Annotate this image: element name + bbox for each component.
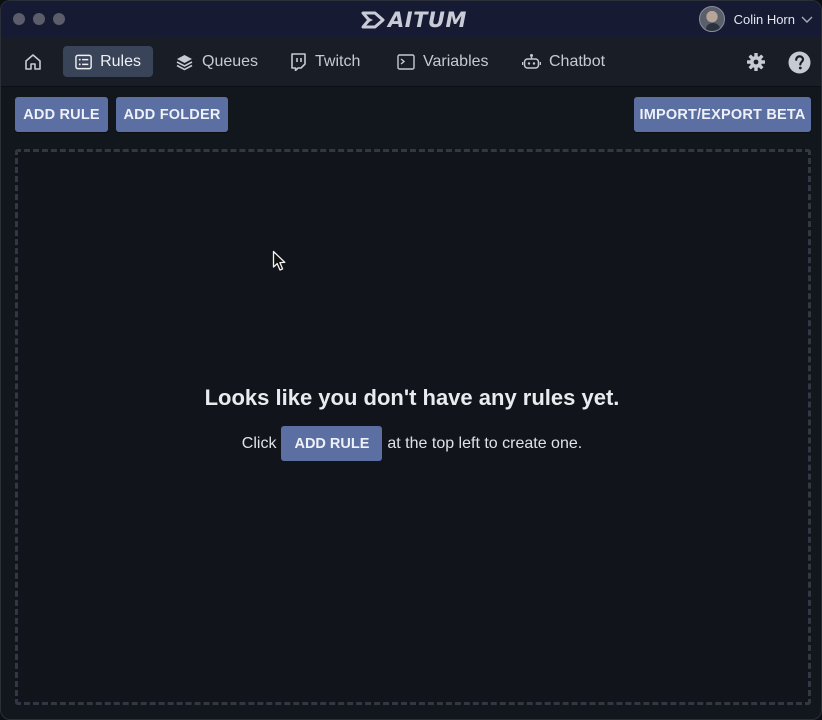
user-menu[interactable]: Colin Horn xyxy=(698,6,813,32)
robot-icon xyxy=(522,54,541,69)
tab-variables[interactable]: Variables xyxy=(385,46,501,77)
twitch-icon xyxy=(291,52,306,71)
layers-icon xyxy=(176,54,193,70)
empty-state-suffix: at the top left to create one. xyxy=(387,434,583,452)
user-name: Colin Horn xyxy=(733,11,795,27)
empty-state-title: Looks like you don't have any rules yet. xyxy=(204,385,620,410)
app-logo-text: AITUM xyxy=(388,8,467,32)
import-export-button[interactable]: IMPORT/EXPORT BETA xyxy=(634,97,811,132)
window-maximize-button[interactable] xyxy=(53,13,65,25)
title-bar: AITUM Colin Horn xyxy=(1,1,821,37)
tab-twitch-label: Twitch xyxy=(315,52,361,70)
empty-state-hint: Click ADD RULE at the top left to create… xyxy=(1,426,821,461)
gear-icon xyxy=(747,53,765,71)
tab-chatbot-label: Chatbot xyxy=(549,52,606,70)
app-logo: AITUM xyxy=(361,7,467,33)
empty-state-add-rule-button[interactable]: ADD RULE xyxy=(281,426,383,461)
settings-button[interactable] xyxy=(744,50,768,74)
help-button[interactable] xyxy=(787,50,811,74)
aitum-logo-icon xyxy=(361,11,385,29)
list-icon xyxy=(75,54,92,69)
window-close-button[interactable] xyxy=(13,13,25,25)
tab-chatbot[interactable]: Chatbot xyxy=(510,46,617,77)
app-window: AITUM Colin Horn Rules Queues Twitch Var… xyxy=(0,0,822,720)
add-rule-button[interactable]: ADD RULE xyxy=(15,97,108,132)
tab-rules-label: Rules xyxy=(100,52,141,70)
tab-twitch[interactable]: Twitch xyxy=(278,46,372,77)
help-icon xyxy=(788,51,810,73)
chevron-down-icon xyxy=(801,16,813,23)
tab-rules[interactable]: Rules xyxy=(63,46,153,77)
tab-variables-label: Variables xyxy=(423,52,489,70)
terminal-icon xyxy=(397,53,415,70)
tab-queues-label: Queues xyxy=(202,52,259,70)
main-nav: Rules Queues Twitch Variables Chatbot xyxy=(1,37,821,87)
mouse-cursor-icon xyxy=(272,250,286,271)
home-icon xyxy=(25,53,41,70)
tab-queues[interactable]: Queues xyxy=(163,46,270,77)
nav-home[interactable] xyxy=(13,46,53,77)
add-folder-button[interactable]: ADD FOLDER xyxy=(116,97,228,132)
window-minimize-button[interactable] xyxy=(33,13,45,25)
empty-state-prefix: Click xyxy=(241,434,277,452)
avatar xyxy=(698,6,725,32)
